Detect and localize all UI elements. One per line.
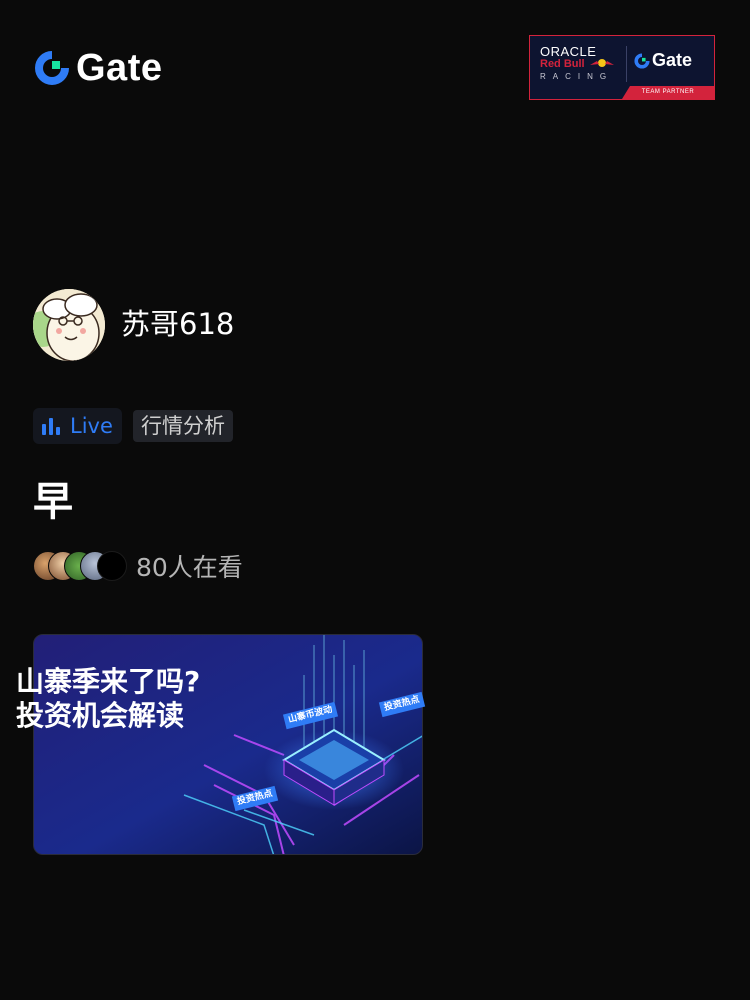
live-label: Live — [70, 414, 113, 438]
cover-headline-line1: 山寨季来了吗? — [16, 665, 201, 698]
partner-gate-text: Gate — [652, 50, 693, 70]
live-tag: Live — [33, 408, 122, 444]
partner-divider — [626, 46, 627, 82]
racing-wordmark: RACING — [540, 72, 614, 81]
host-avatar[interactable] — [33, 289, 105, 361]
partner-gate-logo: Gate — [634, 50, 692, 71]
viewer-avatar — [97, 551, 127, 581]
cover-headline-line2: 投资机会解读 — [16, 699, 185, 732]
viewer-avatars — [33, 551, 133, 582]
host-avatar-image — [33, 289, 105, 361]
gate-logo-icon — [35, 50, 70, 85]
bar-chart-icon — [42, 418, 60, 435]
red-bull-wordmark: Red Bull — [540, 58, 585, 70]
host-name[interactable]: 苏哥618 — [121, 304, 234, 344]
gate-logo[interactable]: Gate — [34, 48, 162, 88]
gate-logo-icon — [634, 52, 650, 69]
team-partner-label: TEAM PARTNER — [622, 86, 714, 99]
logo-text: Gate — [76, 47, 163, 89]
stream-title: 早 — [33, 479, 73, 525]
team-partner-badge: ORACLE Red Bull RACING Gate TEAM PARTNER — [529, 35, 715, 100]
viewer-count: 80人在看 — [136, 553, 243, 582]
red-bull-icon — [590, 59, 614, 67]
category-tag[interactable]: 行情分析 — [133, 410, 233, 442]
